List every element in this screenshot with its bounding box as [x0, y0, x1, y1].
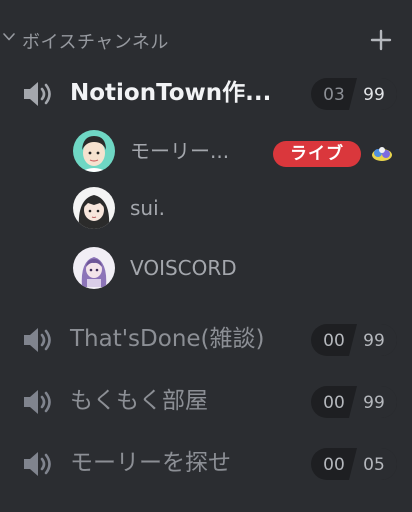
live-badge: ライブ	[273, 141, 361, 167]
voice-user-voiscord[interactable]: VOISCORD	[70, 244, 410, 292]
user-count: 00	[323, 331, 345, 351]
avatar	[73, 130, 115, 172]
voice-user-name: VOISCORD	[130, 256, 237, 280]
voice-channel-list: ボイスチャンネル NotionTown作... 03 99 モーリー... ライ…	[0, 0, 412, 512]
speaker-icon	[24, 452, 51, 476]
speaker-icon	[24, 328, 51, 352]
voice-user-name: sui.	[130, 196, 166, 220]
user-limit-badge: 03 99	[311, 78, 397, 110]
user-limit: 99	[363, 331, 385, 351]
user-count: 03	[323, 85, 345, 105]
user-count: 00	[323, 455, 345, 475]
user-limit-badge: 00 99	[311, 324, 397, 356]
game-activity-icon	[372, 147, 392, 161]
chevron-down-icon[interactable]	[2, 30, 16, 44]
plus-icon[interactable]	[368, 27, 394, 53]
channel-name: モーリーを探せ	[70, 450, 231, 476]
channel-name: NotionTown作...	[70, 80, 272, 106]
user-limit-badge: 00 05	[311, 448, 397, 480]
category-header-voice-channels[interactable]: ボイスチャンネル	[0, 26, 412, 54]
voice-channel-thatsdone[interactable]: That'sDone(雑談) 00 99	[0, 316, 412, 364]
user-limit-badge: 00 99	[311, 386, 397, 418]
speaker-icon	[24, 390, 51, 414]
voice-channel-mokumoku[interactable]: もくもく部屋 00 99	[0, 378, 412, 426]
category-label: ボイスチャンネル	[22, 32, 169, 53]
voice-channel-find-mori[interactable]: モーリーを探せ 00 05	[0, 440, 412, 488]
avatar	[73, 187, 115, 229]
voice-channel-notiontown[interactable]: NotionTown作... 03 99	[0, 70, 412, 118]
user-limit: 05	[363, 455, 385, 475]
speaker-icon	[24, 82, 51, 106]
avatar	[73, 247, 115, 289]
channel-name: もくもく部屋	[70, 388, 208, 414]
voice-user-sui[interactable]: sui.	[70, 184, 410, 232]
user-limit: 99	[363, 85, 385, 105]
channel-name: That'sDone(雑談)	[70, 326, 265, 352]
voice-user-name: モーリー...	[130, 139, 230, 163]
user-count: 00	[323, 393, 345, 413]
user-limit: 99	[363, 393, 385, 413]
voice-user-mori[interactable]: モーリー... ライブ	[70, 127, 410, 175]
